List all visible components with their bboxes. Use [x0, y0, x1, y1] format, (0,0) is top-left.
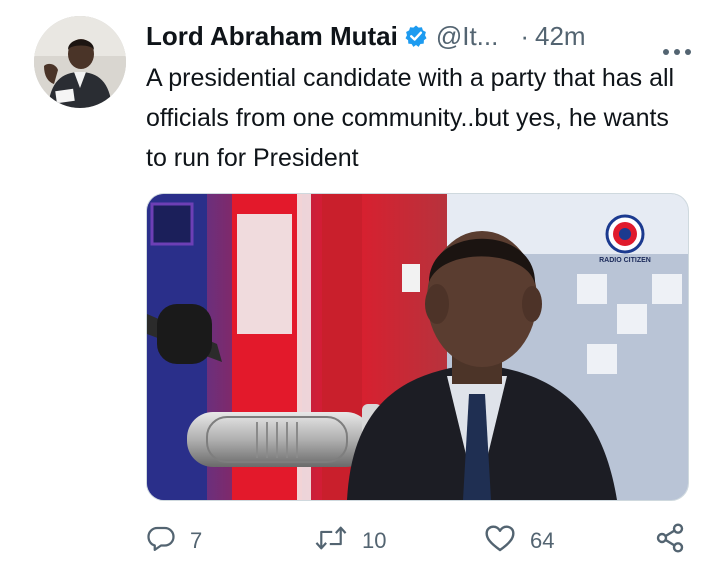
tweet-actions: 7 10 64 — [146, 520, 691, 562]
reply-button[interactable]: 7 — [146, 520, 202, 562]
tweet-text: A presidential candidate with a party th… — [146, 64, 675, 172]
tweet-timestamp[interactable]: 42m — [535, 21, 586, 52]
tweet-video[interactable]: RADIO CITIZEN — [146, 193, 689, 501]
avatar-image — [34, 16, 126, 108]
author-avatar[interactable] — [34, 16, 126, 108]
retweet-icon — [314, 523, 348, 559]
tweet-header: Lord Abraham Mutai @It... · 42m — [146, 16, 692, 56]
more-dots-icon[interactable] — [662, 32, 692, 55]
like-count: 64 — [530, 528, 555, 553]
retweet-count: 10 — [362, 528, 387, 553]
watermark-text: RADIO CITIZEN — [599, 257, 651, 264]
header-separator: · — [520, 20, 530, 51]
video-frame: RADIO CITIZEN — [147, 194, 688, 500]
retweet-button[interactable]: 10 — [314, 520, 386, 562]
verified-badge-icon — [404, 24, 428, 48]
heart-icon — [484, 523, 516, 559]
share-button[interactable] — [654, 520, 686, 562]
like-button[interactable]: 64 — [484, 520, 554, 562]
reply-icon — [146, 523, 176, 559]
reply-count: 7 — [190, 528, 203, 553]
author-name[interactable]: Lord Abraham Mutai — [146, 21, 398, 52]
share-icon — [654, 522, 686, 560]
author-handle[interactable]: @It... — [436, 21, 499, 52]
